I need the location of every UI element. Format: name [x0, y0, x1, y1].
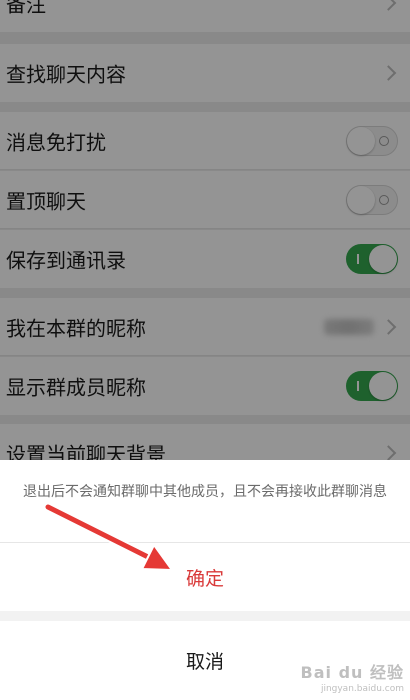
- baidu-jingyan-watermark: Bai du 经验 jingyan.baidu.com: [301, 659, 404, 694]
- watermark-sub: jingyan.baidu.com: [320, 684, 404, 694]
- watermark-main: Bai du 经验: [300, 663, 404, 682]
- sheet-gap: [0, 611, 410, 621]
- exit-warning-message: 退出后不会通知群聊中其他成员，且不会再接收此群聊消息: [23, 484, 387, 500]
- confirm-button[interactable]: 确定: [0, 543, 410, 611]
